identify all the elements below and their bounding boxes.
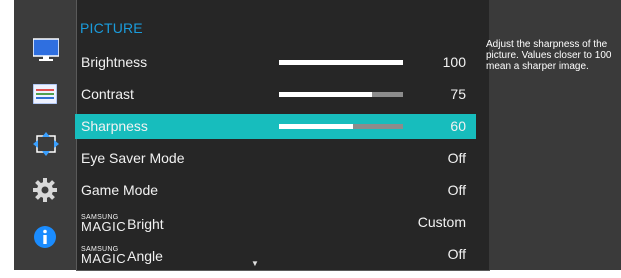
menu-item-value: Custom bbox=[417, 214, 466, 230]
menu-item-brightness[interactable]: Brightness 100 bbox=[75, 50, 476, 75]
menu-item-value: Off bbox=[447, 150, 466, 166]
menu-item-label: Brightness bbox=[81, 54, 148, 70]
menu-item-label: Game Mode bbox=[81, 182, 159, 198]
menu-item-contrast[interactable]: Contrast 75 bbox=[75, 82, 476, 107]
info-icon[interactable] bbox=[33, 225, 57, 249]
menu-item-value: 100 bbox=[442, 54, 466, 70]
contrast-slider[interactable] bbox=[279, 92, 403, 97]
menu-item-label: Contrast bbox=[81, 86, 134, 102]
menu-item-label-text: Angle bbox=[127, 248, 163, 264]
settings-bars-icon[interactable] bbox=[33, 84, 57, 108]
scroll-down-icon[interactable]: ▼ bbox=[251, 259, 259, 268]
menu-item-value: 60 bbox=[450, 118, 466, 134]
samsung-magic-logo: SAMSUNG MAGIC bbox=[81, 246, 127, 266]
brightness-slider[interactable] bbox=[279, 60, 403, 65]
category-sidebar bbox=[14, 0, 76, 270]
slider-fill bbox=[279, 60, 403, 65]
gear-icon[interactable] bbox=[33, 178, 57, 202]
menu-item-label: SAMSUNG MAGIC Bright bbox=[81, 214, 164, 234]
sharpness-slider[interactable] bbox=[279, 124, 403, 129]
menu-item-magic-angle[interactable]: SAMSUNG MAGIC Angle Off bbox=[75, 242, 476, 267]
slider-fill bbox=[279, 92, 372, 97]
menu-item-label: Sharpness bbox=[81, 118, 148, 134]
menu-item-eye-saver-mode[interactable]: Eye Saver Mode Off bbox=[75, 146, 476, 171]
menu-item-value: Off bbox=[447, 182, 466, 198]
monitor-icon[interactable] bbox=[33, 38, 59, 62]
menu-item-sharpness[interactable]: Sharpness 60 bbox=[75, 114, 476, 139]
slider-fill bbox=[279, 124, 354, 129]
menu-item-value: Off bbox=[447, 246, 466, 262]
help-description: Adjust the sharpness of the picture. Val… bbox=[486, 39, 612, 72]
menu-item-label: Eye Saver Mode bbox=[81, 150, 185, 166]
menu-item-magic-bright[interactable]: SAMSUNG MAGIC Bright Custom bbox=[75, 210, 476, 235]
menu-item-game-mode[interactable]: Game Mode Off bbox=[75, 178, 476, 203]
menu-item-label-text: Bright bbox=[127, 216, 164, 232]
menu-item-value: 75 bbox=[450, 86, 466, 102]
samsung-magic-logo: SAMSUNG MAGIC bbox=[81, 214, 127, 234]
menu-item-label: SAMSUNG MAGIC Angle bbox=[81, 246, 163, 266]
menu-title: PICTURE bbox=[80, 20, 143, 36]
resize-arrows-icon[interactable] bbox=[33, 132, 59, 156]
